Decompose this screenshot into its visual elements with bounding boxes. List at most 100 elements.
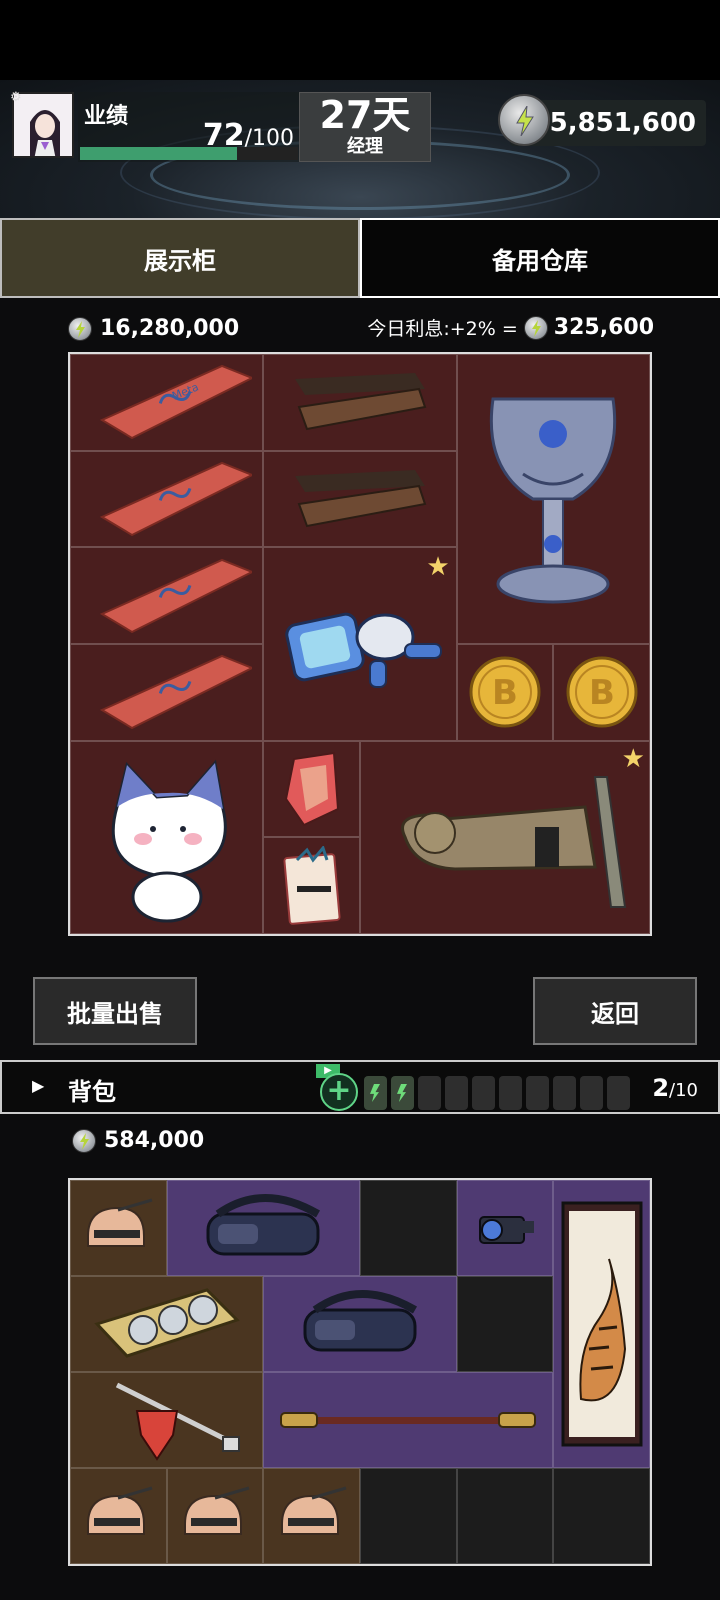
- cabinet-item-gem[interactable]: [263, 740, 360, 838]
- interest-amount: 325,600: [553, 315, 654, 340]
- bag-item-graphics-card[interactable]: [70, 1276, 264, 1372]
- vr-headset-icon: [206, 1194, 321, 1256]
- energy-coin-icon: [498, 94, 550, 146]
- star-icon: ★: [621, 743, 645, 774]
- helmet-icon: [183, 1486, 250, 1535]
- bag-item-camera[interactable]: [456, 1180, 554, 1276]
- cabinet-item-meta-card[interactable]: [70, 450, 264, 548]
- cabinet-item-robot[interactable]: ★: [263, 547, 457, 741]
- bag-empty-slot[interactable]: [359, 1180, 457, 1276]
- staff-icon: [280, 1412, 537, 1428]
- bag-item-helmet[interactable]: [70, 1180, 167, 1276]
- backpack-value: 584,000: [72, 1128, 204, 1153]
- day-counter: 27天 经理: [299, 92, 431, 162]
- performance-label: 业绩: [84, 104, 129, 129]
- backpack-title: 背包: [68, 1078, 116, 1106]
- expand-arrow-icon[interactable]: ▶: [32, 1076, 44, 1095]
- statue-icon: [401, 776, 627, 909]
- gem-icon: [284, 751, 339, 827]
- camera-icon: [478, 1216, 534, 1244]
- bag-item-vr-headset[interactable]: [263, 1276, 457, 1372]
- tab-backup-warehouse[interactable]: 备用仓库: [360, 218, 720, 298]
- cabinet-value-text: 16,280,000: [100, 316, 240, 341]
- cabinet-item-cat[interactable]: [70, 740, 264, 934]
- bag-item-tool[interactable]: [70, 1372, 264, 1468]
- cabinet-value: 16,280,000: [68, 316, 239, 341]
- backpack-count: 2/10: [652, 1074, 698, 1102]
- svg-text:B: B: [589, 673, 615, 713]
- crystal-goblet-icon: [490, 397, 617, 604]
- coin-icon: [523, 315, 548, 340]
- cabinet-item-bitcoin[interactable]: B: [456, 643, 554, 741]
- performance-panel: 业绩 72/100: [78, 92, 300, 162]
- meta-account-card-icon: [99, 655, 252, 730]
- display-cabinet-grid: Meta ★ B B ★: [68, 352, 652, 936]
- interest-label: 今日利息:+2% =: [367, 318, 518, 340]
- bag-empty-slot[interactable]: [456, 1276, 554, 1372]
- bag-item-vr-headset[interactable]: [166, 1180, 360, 1276]
- back-button[interactable]: 返回: [533, 977, 697, 1045]
- add-slot-button[interactable]: +: [320, 1073, 358, 1111]
- bag-item-tiger-painting[interactable]: [553, 1180, 650, 1468]
- meta-account-card-icon: [99, 558, 252, 633]
- cabinet-item-statue[interactable]: ★: [359, 740, 650, 934]
- wooden-bar-icon: [294, 373, 427, 431]
- daily-interest: 今日利息:+2% = 325,600: [367, 314, 654, 341]
- vr-headset-icon: [303, 1290, 417, 1352]
- robot-icon: [285, 612, 442, 688]
- bag-empty-slot[interactable]: [359, 1468, 457, 1564]
- money-value: 5,851,600: [549, 108, 696, 138]
- collectible-card-icon: [283, 845, 341, 925]
- bulk-sell-button[interactable]: 批量出售: [33, 977, 197, 1045]
- helmet-icon: [280, 1486, 347, 1535]
- gear-icon[interactable]: ⚙: [10, 90, 22, 105]
- cabinet-item-meta-card[interactable]: Meta: [70, 354, 264, 451]
- graphics-card-icon: [93, 1288, 240, 1358]
- tiger-painting-icon: [561, 1201, 643, 1447]
- battery-slot-empty: [472, 1076, 495, 1110]
- backpack-value-text: 584,000: [104, 1128, 205, 1153]
- backpack-count-current: 2: [652, 1074, 670, 1102]
- performance-bar: [80, 147, 298, 160]
- cabinet-item-bitcoin[interactable]: B: [553, 643, 650, 741]
- player-role: 经理: [347, 136, 383, 157]
- backpack-grid: [68, 1178, 652, 1566]
- helmet-icon: [87, 1486, 153, 1535]
- battery-slot-filled: [391, 1076, 414, 1110]
- performance-bar-fill: [80, 147, 237, 160]
- cabinet-item-meta-card[interactable]: [70, 547, 264, 644]
- meta-account-card-icon: [99, 461, 252, 537]
- helmet-icon: [87, 1198, 153, 1247]
- bag-item-staff[interactable]: [263, 1372, 554, 1468]
- status-bar: [0, 0, 720, 80]
- cabinet-item-goblet[interactable]: [456, 354, 650, 644]
- cabinet-item-card[interactable]: [263, 837, 360, 934]
- battery-slot-empty: [553, 1076, 576, 1110]
- battery-slot-empty: [418, 1076, 441, 1110]
- bag-item-helmet[interactable]: [263, 1468, 360, 1564]
- bitcoin-icon: B: [566, 656, 638, 728]
- bag-item-helmet[interactable]: [166, 1468, 264, 1564]
- cabinet-item-wood-bar[interactable]: [263, 354, 457, 451]
- bag-empty-slot[interactable]: [456, 1468, 554, 1564]
- tab-display-cabinet[interactable]: 展示柜: [0, 218, 360, 298]
- backpack-header[interactable]: ▶ 背包 ▶ + 2/10: [0, 1060, 720, 1114]
- coin-icon: [68, 316, 92, 341]
- coin-icon: [72, 1128, 96, 1153]
- bitcoin-icon: B: [469, 656, 541, 728]
- cabinet-item-wood-bar[interactable]: [263, 450, 457, 548]
- meta-account-card-icon: Meta: [99, 365, 252, 440]
- battery-slot-empty: [607, 1076, 630, 1110]
- svg-text:B: B: [492, 673, 518, 713]
- battery-slot-empty: [526, 1076, 549, 1110]
- battery-slot-empty: [445, 1076, 468, 1110]
- cat-plush-icon: [111, 759, 227, 923]
- top-hud: ⚙ 业绩 72/100 27天 经理 5,851,600: [0, 80, 720, 218]
- day-number: 27天: [319, 93, 411, 137]
- tab-bar: 展示柜 备用仓库: [0, 218, 720, 298]
- bag-item-helmet[interactable]: [70, 1468, 167, 1564]
- bag-empty-slot[interactable]: [553, 1468, 650, 1564]
- battery-slot-empty: [499, 1076, 522, 1110]
- cabinet-item-meta-card[interactable]: [70, 643, 264, 741]
- wooden-bar-icon: [294, 469, 427, 528]
